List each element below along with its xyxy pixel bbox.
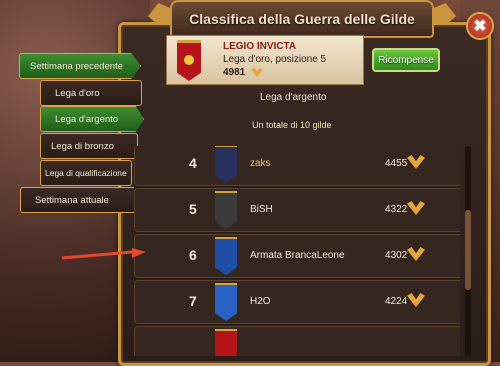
rewards-button[interactable]: Ricompense [372, 48, 440, 72]
guild-flag-icon [215, 283, 237, 321]
row-guild-name: H2O [250, 296, 271, 307]
row-score: 4224 [385, 296, 408, 307]
guild-score-value: 4981 [223, 67, 246, 78]
row-rank: 6 [189, 247, 197, 263]
tab-bronze-league[interactable]: Lega di bronzo [40, 133, 138, 159]
tab-label: Settimana attuale [35, 194, 109, 206]
tab-current-week[interactable]: Settimana attuale [20, 187, 142, 213]
tab-silver-league[interactable]: Lega d'argento [40, 106, 144, 132]
guild-flag-icon [215, 191, 237, 229]
tab-gold-league[interactable]: Lega d'oro [40, 80, 142, 106]
guild-flag-icon [215, 237, 237, 275]
guild-card: LEGIO INVICTA Lega d'oro, posizione 5 49… [166, 35, 364, 85]
row-guild-name: BiSH [250, 204, 273, 215]
tab-label: Lega d'argento [55, 113, 119, 125]
guild-flag-icon [215, 146, 237, 183]
guild-rank: Lega d'oro, posizione 5 [223, 54, 327, 65]
close-button[interactable]: ✖ [466, 12, 494, 40]
tab-previous-week[interactable]: Settimana precedente [19, 53, 141, 79]
guild-count: Un totale di 10 gilde [252, 120, 332, 130]
leaderboard-list[interactable]: 4 zaks 4455 5 BiSH 4322 6 Armata BrancaL… [134, 146, 460, 356]
guild-flag-icon [177, 40, 201, 81]
wings-icon [407, 293, 425, 307]
tab-label: Lega d'oro [55, 87, 100, 99]
row-score: 4455 [385, 158, 408, 169]
row-guild-name: Armata BrancaLeone [250, 250, 345, 261]
tab-label: Lega di bronzo [51, 140, 114, 152]
tab-label: Lega di qualificazione [45, 168, 127, 178]
row-score: 4302 [385, 250, 408, 261]
title-banner: Classifica della Guerra delle Gilde [170, 0, 434, 38]
wings-icon [251, 67, 264, 77]
row-rank: 7 [189, 293, 197, 309]
table-row[interactable]: 5 BiSH 4322 [134, 188, 460, 232]
table-row[interactable] [134, 326, 460, 356]
guild-flag-icon [215, 329, 237, 356]
row-rank: 4 [189, 155, 197, 171]
page-title: Classifica della Guerra delle Gilde [189, 11, 415, 27]
wings-icon [407, 201, 425, 215]
tab-label: Settimana precedente [30, 60, 123, 72]
row-rank: 5 [189, 201, 197, 217]
guild-name: LEGIO INVICTA [223, 41, 297, 52]
row-score: 4322 [385, 204, 408, 215]
scrollbar-thumb[interactable] [465, 210, 471, 290]
table-row[interactable]: 7 H2O 4224 [134, 280, 460, 324]
table-row[interactable]: 4 zaks 4455 [134, 146, 460, 186]
table-row[interactable]: 6 Armata BrancaLeone 4302 [134, 234, 460, 278]
tab-qualification-league[interactable]: Lega di qualificazione [40, 160, 132, 186]
league-title: Lega d'argento [260, 92, 327, 103]
wings-icon [407, 155, 425, 169]
annotation-arrow-icon [61, 248, 146, 260]
guild-score: 4981 [223, 67, 264, 78]
row-guild-name: zaks [250, 158, 271, 169]
wings-icon [407, 247, 425, 261]
